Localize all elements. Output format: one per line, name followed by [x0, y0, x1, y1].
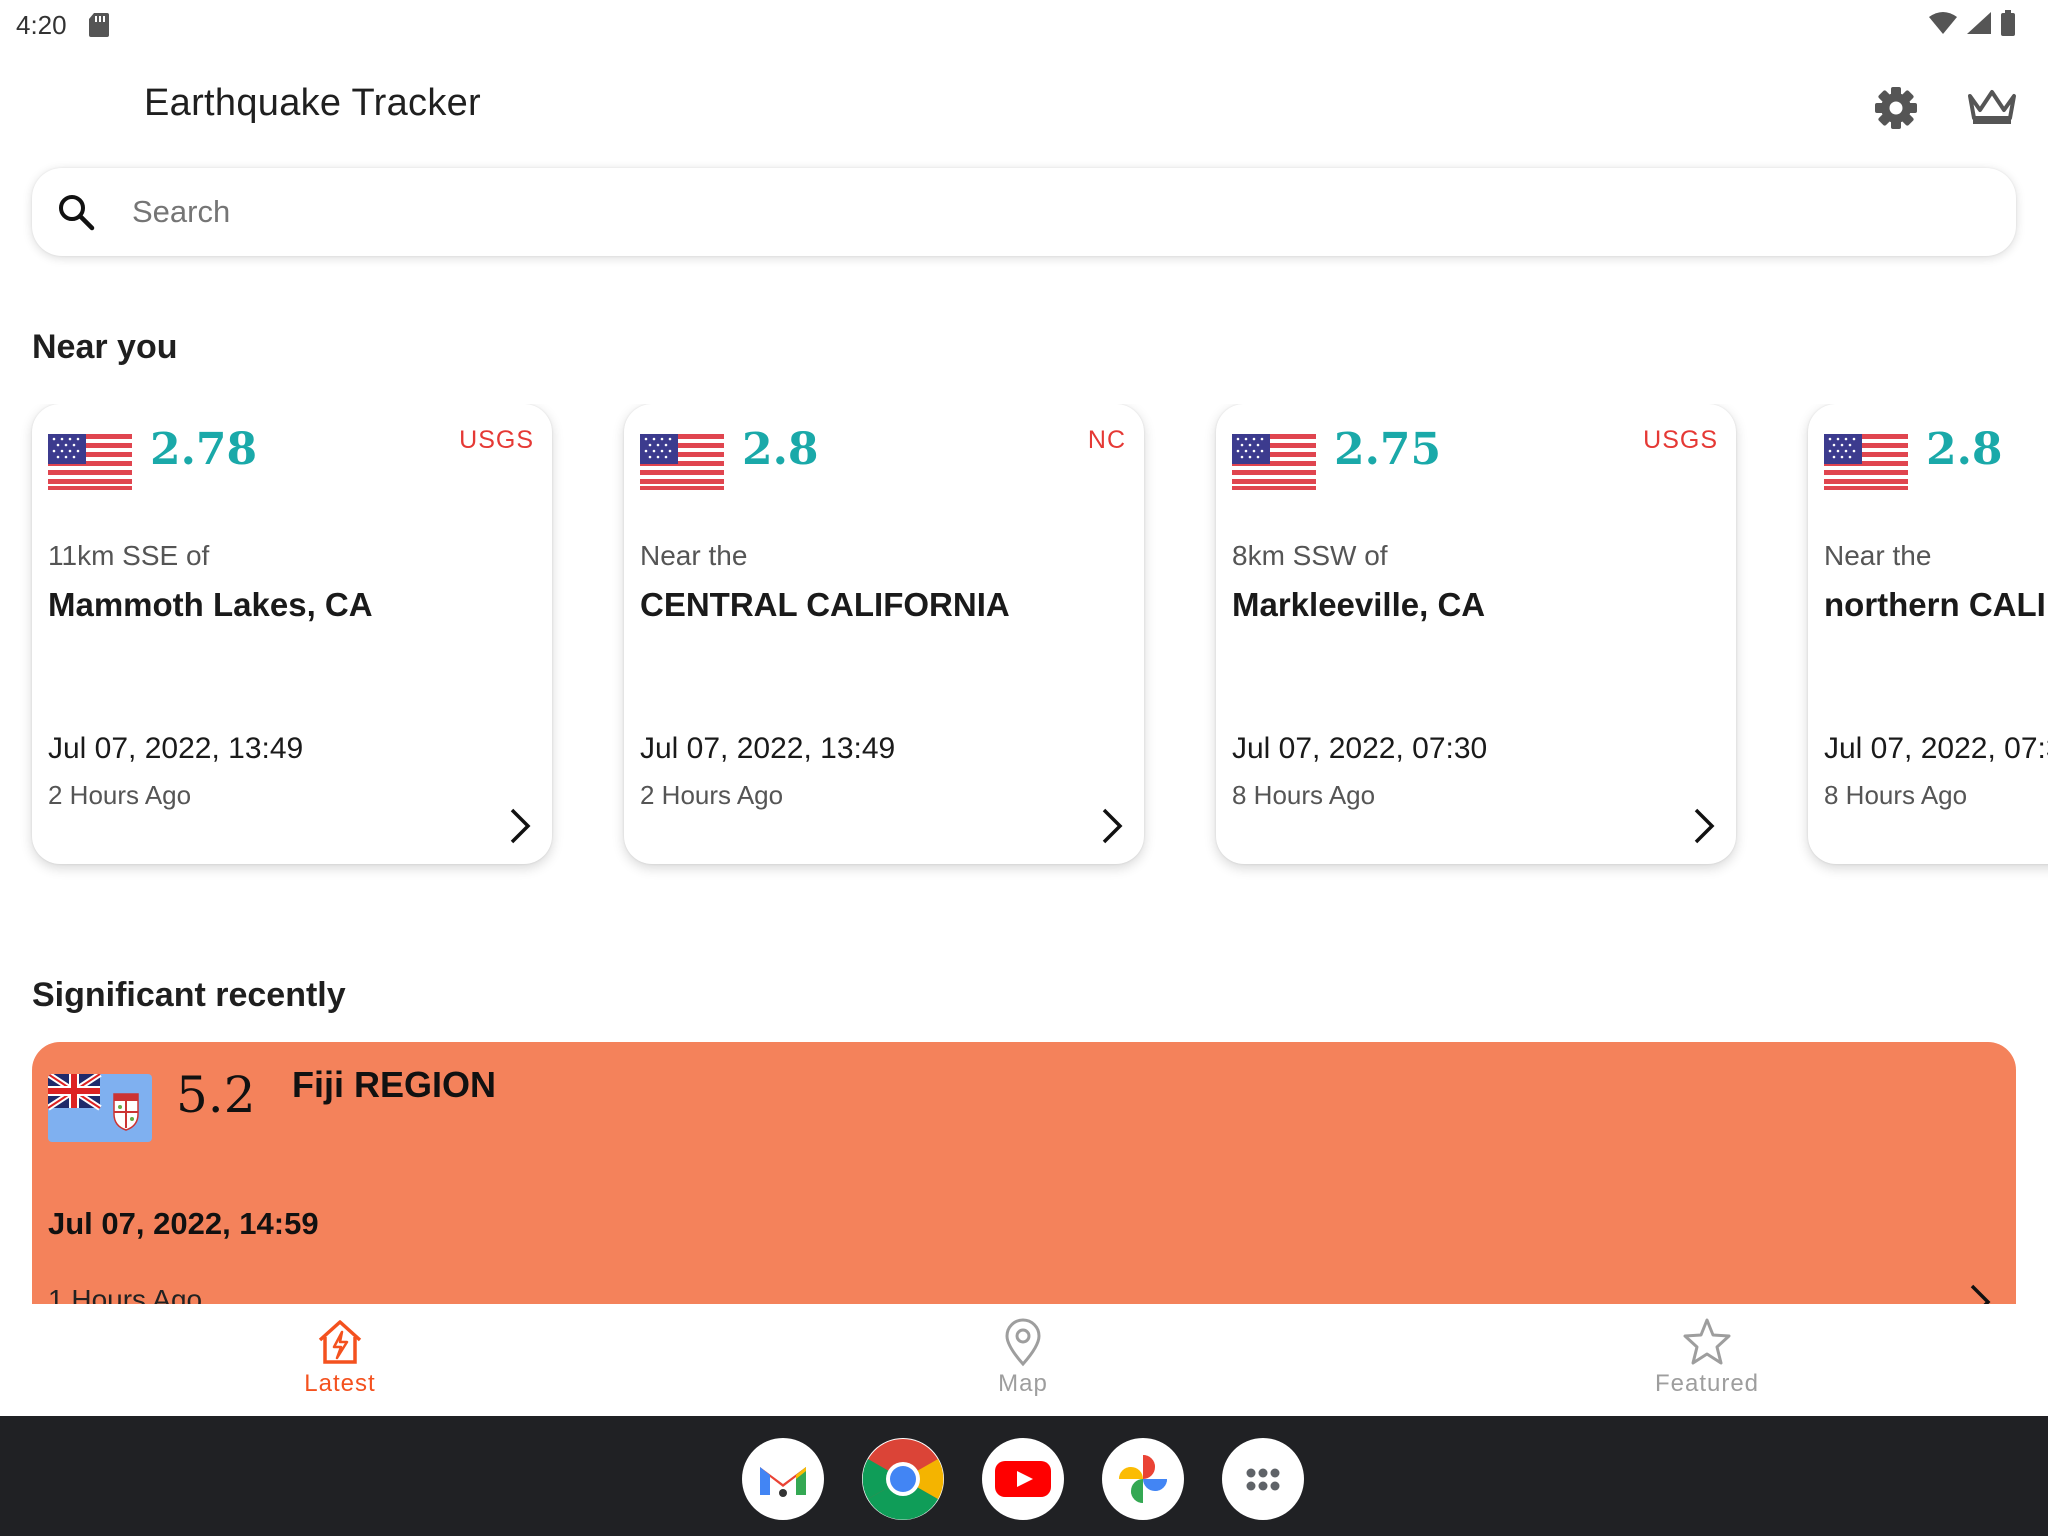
nav-label-latest: Latest [304, 1370, 376, 1397]
chevron-right-icon[interactable] [1098, 806, 1126, 846]
place-name: Markleeville, CA [1232, 586, 1486, 623]
time-ago: 8 Hours Ago [1824, 780, 1968, 810]
battery-icon [2001, 10, 2015, 36]
source-badge: USGS [1643, 426, 1718, 454]
us-flag-icon [640, 434, 724, 490]
distance-text: 8km SSW of [1232, 540, 1388, 571]
search-icon [59, 195, 95, 231]
bottom-navigation: Latest Map Featured [0, 1304, 2048, 1416]
gmail-icon[interactable] [742, 1438, 824, 1520]
chevron-right-icon[interactable] [1690, 806, 1718, 846]
quake-date: Jul 07, 2022, 13:49 [640, 732, 896, 765]
settings-gear-icon[interactable] [1872, 84, 1920, 132]
nav-tab-latest[interactable]: Latest [240, 1316, 440, 1412]
quake-date: Jul 07, 2022, 07:3 [1824, 732, 2048, 765]
magnitude: 2.78 [150, 424, 258, 475]
app-title: Earthquake Tracker [144, 82, 482, 124]
fiji-flag-icon [48, 1074, 152, 1142]
status-time: 4:20 [16, 10, 67, 40]
quake-card[interactable]: 2.8 Near the northern CALIF Jul 07, 2022… [1808, 404, 2048, 864]
photos-icon[interactable] [1102, 1438, 1184, 1520]
near-you-carousel[interactable]: 2.78 USGS 11km SSE of Mammoth Lakes, CA … [0, 404, 2048, 884]
time-ago: 2 Hours Ago [640, 780, 784, 810]
significant-date: Jul 07, 2022, 14:59 [48, 1206, 319, 1241]
nav-tab-map[interactable]: Map [923, 1316, 1123, 1412]
magnitude: 2.8 [1926, 424, 2003, 475]
us-flag-icon [1824, 434, 1908, 490]
significant-quake-card[interactable]: 5.2 Fiji REGION Jul 07, 2022, 14:59 1 Ho… [32, 1042, 2016, 1342]
app-drawer-icon[interactable] [1222, 1438, 1304, 1520]
place-name: CENTRAL CALIFORNIA [640, 586, 1010, 623]
significant-magnitude: 5.2 [176, 1066, 256, 1124]
distance-text: Near the [1824, 540, 1932, 571]
search-input[interactable] [132, 192, 1932, 232]
sd-card-icon [89, 13, 109, 37]
youtube-icon[interactable] [982, 1438, 1064, 1520]
magnitude: 2.75 [1334, 424, 1442, 475]
system-dock [0, 1416, 2048, 1536]
wifi-icon [1929, 12, 1957, 34]
nav-label-map: Map [998, 1370, 1048, 1397]
star-icon [1683, 1318, 1731, 1365]
quake-date: Jul 07, 2022, 13:49 [48, 732, 304, 765]
signal-icon [1967, 12, 1991, 34]
nav-tab-featured[interactable]: Featured [1607, 1316, 1807, 1412]
quake-card[interactable]: 2.8 NC Near the CENTRAL CALIFORNIA Jul 0… [624, 404, 1144, 864]
significant-place: Fiji REGION [292, 1064, 497, 1105]
significant-heading: Significant recently [32, 976, 346, 1014]
time-ago: 2 Hours Ago [48, 780, 192, 810]
search-bar[interactable] [32, 168, 2016, 256]
chevron-right-icon[interactable] [506, 806, 534, 846]
near-you-heading: Near you [32, 328, 178, 366]
source-badge: NC [1087, 426, 1126, 454]
magnitude: 2.8 [742, 424, 819, 475]
map-pin-icon [1005, 1318, 1041, 1367]
distance-text: Near the [640, 540, 748, 571]
place-name: northern CALIF [1824, 586, 2048, 623]
house-bolt-icon [318, 1320, 362, 1364]
place-name: Mammoth Lakes, CA [48, 586, 373, 623]
premium-crown-icon[interactable] [1964, 84, 2020, 132]
status-bar: 4:20 [0, 0, 2048, 52]
distance-text: 11km SSE of [48, 540, 210, 571]
quake-card[interactable]: 2.75 USGS 8km SSW of Markleeville, CA Ju… [1216, 404, 1736, 864]
source-badge: USGS [459, 426, 534, 454]
nav-label-featured: Featured [1654, 1370, 1760, 1397]
status-icons [1928, 10, 2016, 36]
chrome-icon[interactable] [862, 1438, 944, 1520]
quake-card[interactable]: 2.78 USGS 11km SSE of Mammoth Lakes, CA … [32, 404, 552, 864]
us-flag-icon [1232, 434, 1316, 490]
quake-date: Jul 07, 2022, 07:30 [1232, 732, 1488, 765]
us-flag-icon [48, 434, 132, 490]
time-ago: 8 Hours Ago [1232, 780, 1376, 810]
